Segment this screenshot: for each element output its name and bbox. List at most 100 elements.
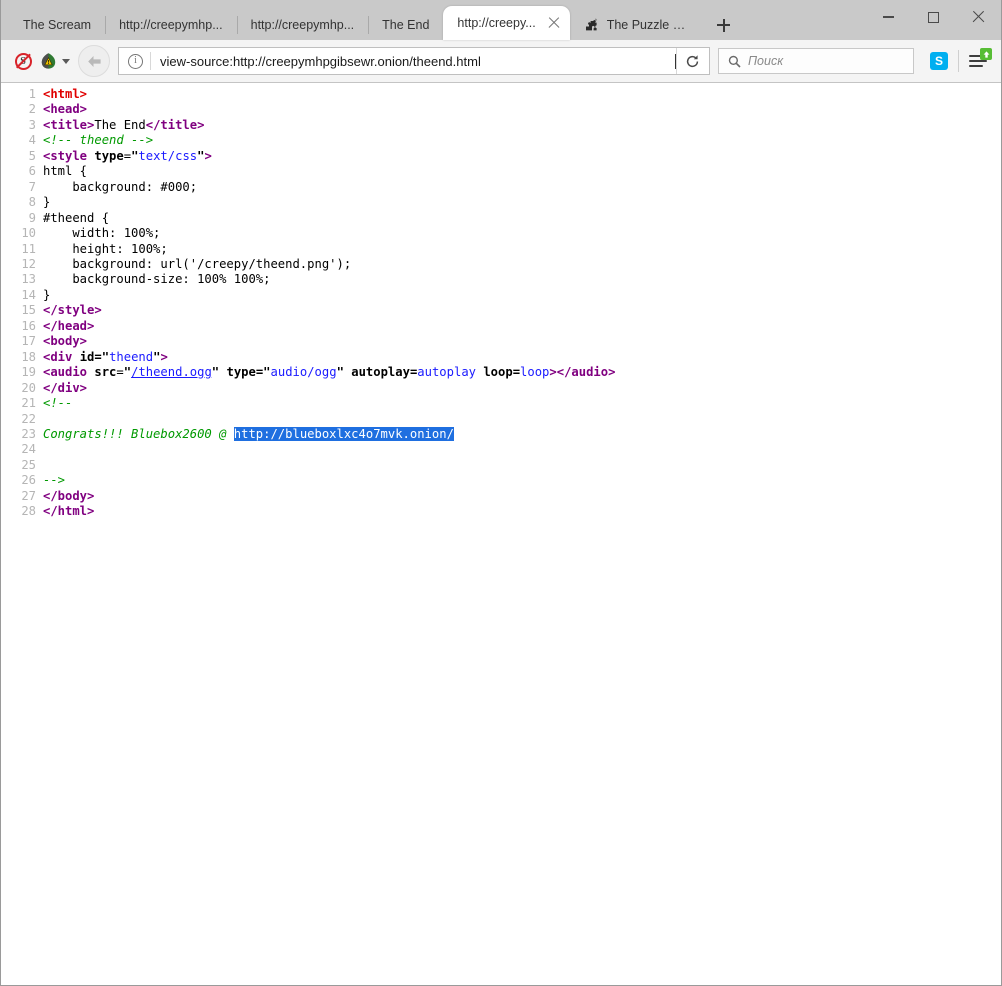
address-bar-url[interactable]: view-source:http://creepymhpgibsewr.onio… [151, 54, 675, 69]
line-number: 9 [1, 211, 43, 226]
code-line: 5<style type="text/css"> [1, 149, 1001, 164]
code-token: " [337, 365, 344, 379]
tab[interactable]: http://creepymhp... [237, 10, 369, 40]
line-number: 18 [1, 350, 43, 365]
address-bar[interactable]: i view-source:http://creepymhpgibsewr.on… [118, 47, 710, 75]
puzzle-icon [584, 17, 600, 33]
view-source-content[interactable]: 1<html>2<head>3<title>The End</title>4<!… [1, 83, 1001, 985]
close-button[interactable] [956, 0, 1001, 34]
noscript-icon: S [15, 53, 32, 70]
selected-url-text[interactable]: http://blueboxlxc4o7mvk.onion/ [234, 427, 454, 441]
skype-button[interactable]: S [924, 46, 954, 76]
code-token: = [124, 149, 131, 163]
code-token: </style> [43, 303, 102, 317]
line-content: <div id="theend"> [43, 350, 168, 365]
page-info-icon[interactable]: i [128, 54, 143, 69]
code-line: 14} [1, 288, 1001, 303]
line-number: 2 [1, 102, 43, 117]
tab-active[interactable]: http://creepy... [443, 6, 569, 40]
code-line: 8} [1, 195, 1001, 210]
tab-label: http://creepymhp... [119, 18, 223, 32]
code-line: 13 background-size: 100% 100%; [1, 272, 1001, 287]
maximize-button[interactable] [911, 0, 956, 34]
reload-button[interactable] [676, 48, 707, 74]
minimize-button[interactable] [866, 0, 911, 34]
code-token: > [160, 350, 167, 364]
code-line: 26--> [1, 473, 1001, 488]
tab-label: http://creepymhp... [251, 18, 355, 32]
tab-strip: The Scream http://creepymhp... http://cree… [1, 0, 1001, 40]
code-token: <style [43, 149, 87, 163]
code-token: </html> [43, 504, 94, 518]
code-token: loop [520, 365, 549, 379]
line-number: 8 [1, 195, 43, 210]
line-content: background: #000; [43, 180, 197, 195]
line-content: --> [43, 473, 65, 488]
code-token: = [116, 365, 123, 379]
line-content: <html> [43, 87, 87, 102]
code-token: " [124, 365, 131, 379]
tab-divider [368, 16, 369, 34]
code-token: text/css [138, 149, 197, 163]
code-token: <html> [43, 87, 87, 101]
tab[interactable]: The Scream [9, 10, 105, 40]
line-number: 4 [1, 133, 43, 148]
back-arrow-icon [86, 54, 103, 69]
code-token: } [43, 288, 50, 302]
search-box[interactable]: Поиск [718, 48, 914, 74]
code-token: autoplay [417, 365, 476, 379]
code-line: 21<!-- [1, 396, 1001, 411]
code-line: 10 width: 100%; [1, 226, 1001, 241]
app-menu-button[interactable] [963, 46, 993, 76]
code-token: autoplay= [351, 365, 417, 379]
code-line: 3<title>The End</title> [1, 118, 1001, 133]
tab[interactable]: http://creepymhp... [105, 10, 237, 40]
line-number: 6 [1, 164, 43, 179]
line-content [43, 442, 50, 457]
line-number: 16 [1, 319, 43, 334]
code-token: </head> [43, 319, 94, 333]
line-content: </html> [43, 504, 94, 519]
noscript-button[interactable]: S [9, 47, 37, 75]
code-token: <audio [43, 365, 87, 379]
line-number: 21 [1, 396, 43, 411]
code-token: type [94, 149, 123, 163]
tab-label: The End [382, 18, 429, 32]
line-number: 11 [1, 242, 43, 257]
new-tab-button[interactable] [709, 10, 739, 40]
line-content: <style type="text/css"> [43, 149, 212, 164]
line-content: </head> [43, 319, 94, 334]
code-token: <head> [43, 102, 87, 116]
search-input-placeholder[interactable]: Поиск [748, 54, 783, 68]
code-token: <!-- theend --> [43, 133, 153, 147]
code-line: 12 background: url('/creepy/theend.png')… [1, 257, 1001, 272]
tab[interactable]: The Puzzle Ma... [570, 10, 705, 40]
code-line: 17<body> [1, 334, 1001, 349]
code-line: 7 background: #000; [1, 180, 1001, 195]
skype-icon: S [930, 52, 948, 70]
code-token: background-size: 100% 100%; [43, 272, 270, 286]
code-token: width: 100%; [43, 226, 160, 240]
line-content: } [43, 288, 50, 303]
line-number: 28 [1, 504, 43, 519]
tor-onion-button[interactable] [39, 52, 70, 70]
code-token: src [94, 365, 116, 379]
line-number: 27 [1, 489, 43, 504]
tab-close-icon[interactable] [546, 15, 562, 31]
source-link[interactable]: /theend.ogg [131, 365, 212, 379]
code-token: } [43, 195, 50, 209]
code-line: 25 [1, 458, 1001, 473]
line-number: 5 [1, 149, 43, 164]
code-token: background: #000; [43, 180, 197, 194]
tab-label: The Puzzle Ma... [607, 18, 691, 32]
line-number: 13 [1, 272, 43, 287]
tab[interactable]: The End [368, 10, 443, 40]
line-content: </body> [43, 489, 94, 504]
code-token: </audio> [557, 365, 616, 379]
tab-divider [105, 16, 106, 34]
line-content: height: 100%; [43, 242, 168, 257]
code-line: 15</style> [1, 303, 1001, 318]
back-button[interactable] [78, 45, 110, 77]
line-content: </style> [43, 303, 102, 318]
update-available-icon [980, 48, 992, 60]
